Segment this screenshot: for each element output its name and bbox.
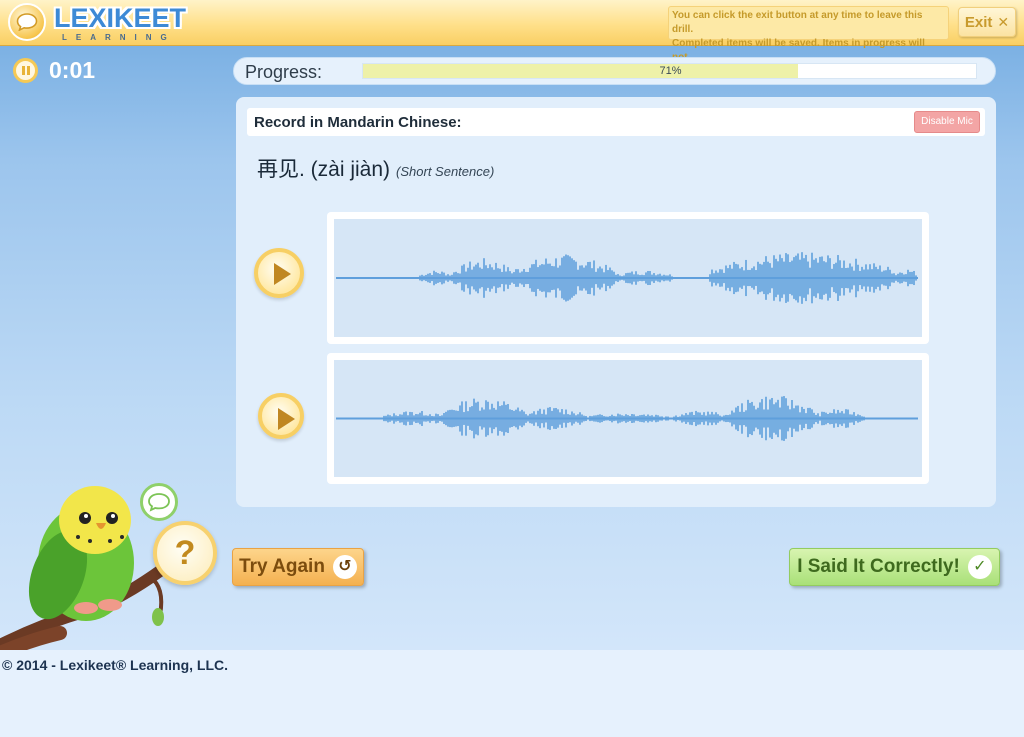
said-correctly-label: I Said It Correctly! xyxy=(797,556,960,577)
play-recording-button[interactable] xyxy=(258,393,304,439)
exit-note: You can click the exit button at any tim… xyxy=(668,6,949,63)
play-reference-button[interactable] xyxy=(254,248,304,298)
retry-icon: ↺ xyxy=(332,555,357,579)
header-bar: LEXIKEET LEARNING You can click the exit… xyxy=(0,0,1024,63)
timer: 0:01 xyxy=(49,57,96,83)
help-button[interactable]: ? xyxy=(153,521,217,585)
drill-panel: Record in Mandarin Chinese: Disable Mic … xyxy=(236,97,996,507)
copyright-text: © 2014 - Lexikeet® Learning, LLC. xyxy=(2,657,229,673)
footer: © 2014 - Lexikeet® Learning, LLC. xyxy=(0,650,1024,737)
instruction-text: Record in Mandarin Chinese: xyxy=(254,114,462,131)
phrase-text: 再见. (zài jiàn) xyxy=(257,158,391,181)
logo-subtitle: LEARNING xyxy=(62,33,176,42)
progress-bar: Progress: 71% xyxy=(233,57,996,85)
exit-label: Exit xyxy=(964,13,993,31)
recording-waveform-plot xyxy=(334,360,922,477)
speech-bubble-icon xyxy=(140,483,178,521)
progress-percent: 71% xyxy=(659,65,682,77)
progress-label: Progress: xyxy=(245,62,323,82)
recording-waveform xyxy=(327,353,929,484)
reference-waveform xyxy=(327,212,929,344)
phrase-type: (Short Sentence) xyxy=(396,164,495,179)
logo-speech-icon xyxy=(8,3,46,41)
disable-mic-button[interactable]: Disable Mic xyxy=(914,111,980,133)
target-phrase: 再见. (zài jiàn) (Short Sentence) xyxy=(257,153,494,183)
try-again-label: Try Again xyxy=(239,556,325,577)
exit-note-line1: You can click the exit button at any tim… xyxy=(672,10,923,35)
reference-waveform-plot xyxy=(334,219,922,337)
pause-button[interactable] xyxy=(13,58,38,83)
checkmark-icon: ✓ xyxy=(967,555,992,579)
close-icon: ✕ xyxy=(997,13,1010,30)
logo-wordmark: LEXIKEET xyxy=(54,3,187,33)
exit-button[interactable]: Exit ✕ xyxy=(958,7,1016,37)
try-again-button[interactable]: Try Again ↺ xyxy=(232,548,364,586)
said-correctly-button[interactable]: I Said It Correctly! ✓ xyxy=(789,548,1000,586)
progress-track: 71% xyxy=(362,63,977,79)
instruction-bar: Record in Mandarin Chinese: Disable Mic xyxy=(247,108,985,136)
